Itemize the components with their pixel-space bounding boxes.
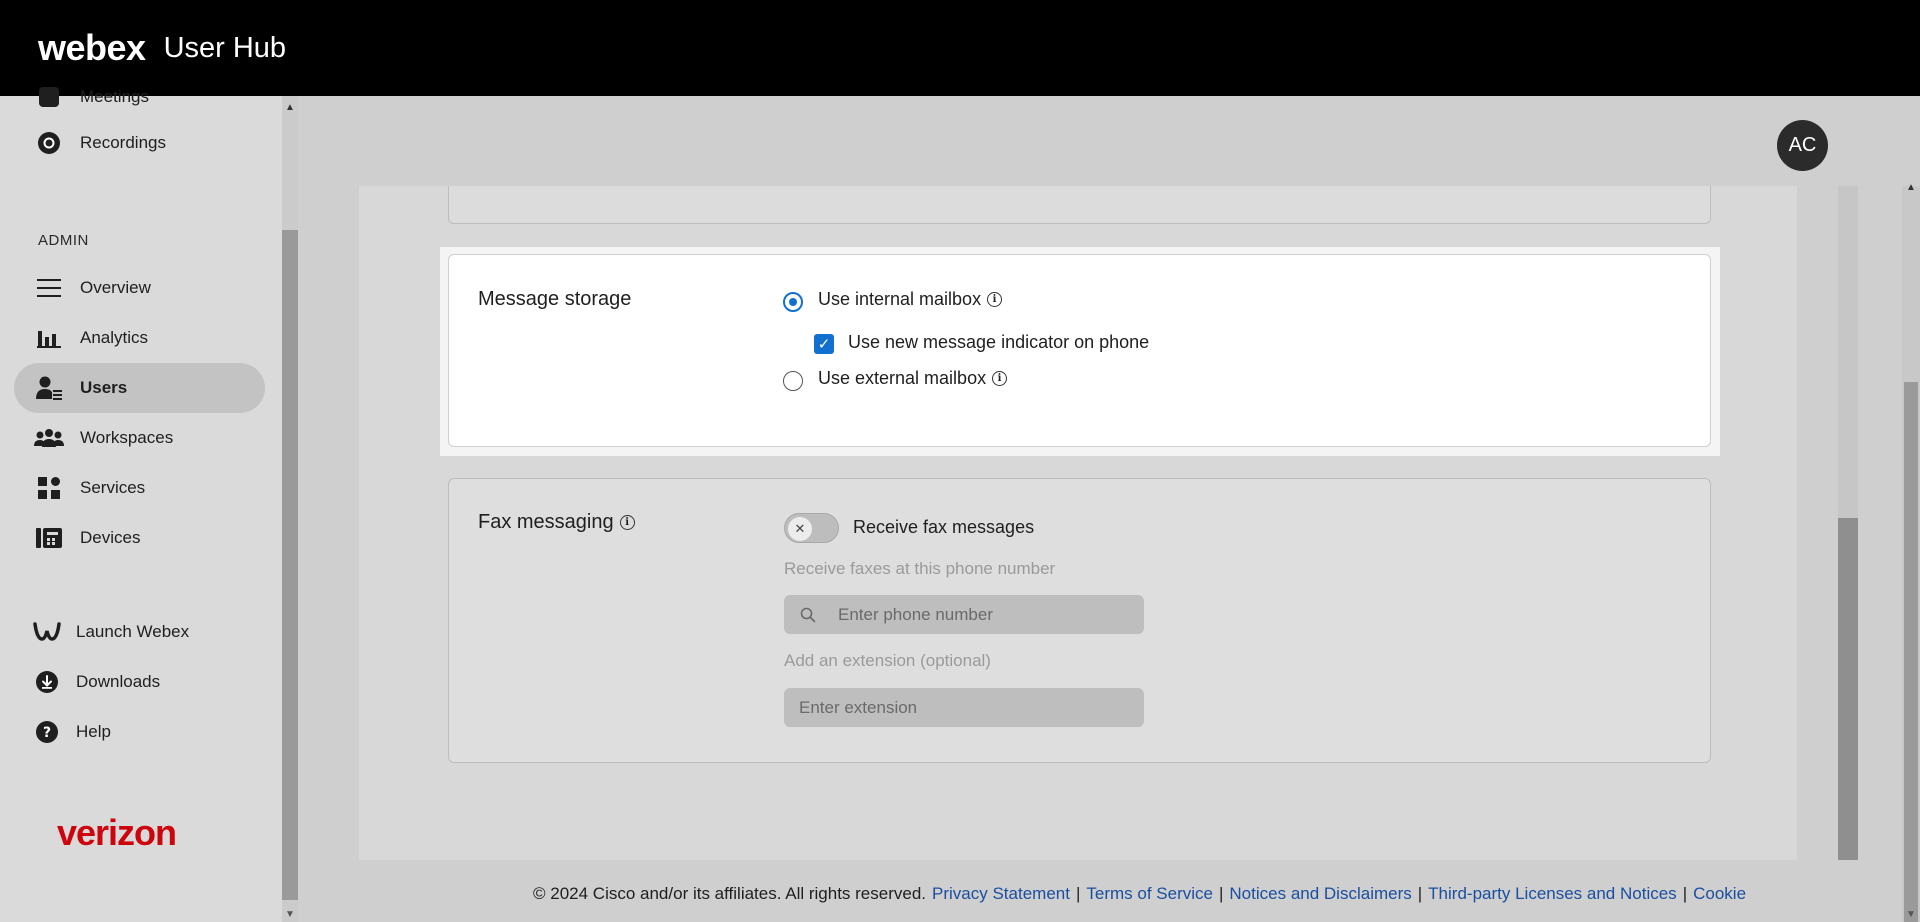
footer-link-third-party[interactable]: Third-party Licenses and Notices [1428, 884, 1677, 904]
footer-link-cookie[interactable]: Cookie [1693, 884, 1746, 904]
services-icon [34, 473, 64, 503]
sidebar-item-label: Services [80, 478, 146, 497]
new-message-indicator-checkbox[interactable]: ✓ [814, 334, 834, 354]
external-mailbox-label: Use external mailbox i [818, 368, 1008, 389]
search-icon [800, 607, 816, 623]
info-icon[interactable]: i [987, 292, 1003, 307]
devices-icon [34, 523, 64, 553]
footer-separator: | [1682, 884, 1688, 903]
receive-fax-text: Receive fax messages [853, 517, 1035, 537]
message-storage-title: Message storage [478, 288, 631, 311]
download-icon [32, 667, 62, 697]
sidebar-item-label: Help [76, 722, 111, 741]
new-message-indicator-text: Use new message indicator on phone [848, 332, 1150, 352]
scroll-up-arrow-icon[interactable]: ▲ [285, 102, 295, 113]
overview-icon [34, 273, 64, 303]
fax-phone-input[interactable]: Enter phone number [784, 595, 1144, 634]
sidebar-scroll-thumb[interactable] [282, 230, 298, 900]
fax-extension-input[interactable]: Enter extension [784, 688, 1144, 727]
avatar[interactable]: AC [1777, 120, 1828, 171]
footer-separator: | [1218, 884, 1224, 903]
footer-separator: | [1417, 884, 1423, 903]
fax-phone-placeholder: Enter phone number [838, 604, 993, 624]
sidebar-item-recordings[interactable]: Recordings [14, 118, 265, 168]
internal-mailbox-text: Use internal mailbox [818, 289, 982, 309]
sidebar-item-overview[interactable]: Overview [14, 263, 265, 313]
scroll-down-arrow-icon[interactable]: ▼ [285, 909, 295, 920]
message-storage-title-text: Message storage [478, 288, 632, 310]
fax-phone-label: Receive faxes at this phone number [784, 559, 1056, 578]
sidebar-item-label: Downloads [76, 672, 161, 691]
page-scrollbar[interactable]: ▲ ▼ [1902, 182, 1920, 922]
fax-messaging-title: Fax messaging i [478, 511, 635, 534]
sidebar-item-analytics[interactable]: Analytics [14, 313, 265, 363]
sidebar-scrollbar[interactable]: ▲ ▼ [282, 96, 298, 922]
product-title: User Hub [163, 31, 287, 64]
admin-section-label: ADMIN [38, 232, 89, 249]
sidebar-item-label: Workspaces [80, 428, 174, 447]
panel-scroll-thumb[interactable] [1838, 518, 1858, 860]
footer-link-privacy[interactable]: Privacy Statement [932, 884, 1070, 904]
scroll-down-arrow-icon[interactable]: ▼ [1906, 909, 1916, 920]
info-icon[interactable]: i [619, 515, 635, 530]
analytics-icon [34, 323, 64, 353]
sidebar-item-label: Analytics [80, 328, 149, 347]
sidebar-item-downloads[interactable]: Downloads [14, 657, 265, 707]
meetings-icon [34, 82, 64, 112]
sidebar-item-workspaces[interactable]: Workspaces [14, 413, 265, 463]
sidebar-item-services[interactable]: Services [14, 463, 265, 513]
sidebar-item-label: Devices [80, 528, 141, 547]
sidebar-item-label: Recordings [80, 133, 166, 152]
previous-section-card [448, 186, 1711, 224]
sidebar-item-meetings[interactable]: Meetings [14, 72, 265, 122]
footer-link-terms[interactable]: Terms of Service [1086, 884, 1213, 904]
new-message-indicator-label: Use new message indicator on phone [848, 332, 1149, 353]
internal-mailbox-label: Use internal mailbox i [818, 289, 1003, 310]
internal-mailbox-radio[interactable] [783, 292, 803, 312]
scroll-up-arrow-icon[interactable]: ▲ [1906, 182, 1916, 193]
external-mailbox-text: Use external mailbox [818, 368, 987, 388]
top-header: webex User Hub [0, 0, 1920, 96]
webex-logo-icon [32, 617, 62, 647]
webex-logo[interactable]: webex [38, 27, 146, 69]
fax-extension-placeholder: Enter extension [799, 697, 918, 717]
sidebar-item-label: Launch Webex [76, 622, 190, 641]
users-icon [34, 373, 64, 403]
sidebar-item-label: Meetings [80, 87, 149, 106]
info-icon[interactable]: i [992, 371, 1008, 386]
sidebar-item-devices[interactable]: Devices [14, 513, 265, 563]
sidebar-item-label: Overview [80, 278, 151, 297]
sidebar-item-users[interactable]: Users [14, 363, 265, 413]
workspaces-icon [34, 423, 64, 453]
fax-extension-label: Add an extension (optional) [784, 651, 991, 670]
panel-scrollbar[interactable] [1838, 186, 1858, 860]
sidebar-item-help[interactable]: ? Help [14, 707, 265, 757]
verizon-logo: verizon [57, 812, 177, 853]
sidebar-item-label: Users [80, 378, 128, 397]
footer-link-notices[interactable]: Notices and Disclaimers [1229, 884, 1411, 904]
external-mailbox-radio[interactable] [783, 371, 803, 391]
page-scroll-thumb[interactable] [1904, 382, 1918, 922]
receive-fax-toggle[interactable]: ✕ [784, 513, 839, 543]
sidebar: Meetings Recordings ADMIN Overview Analy… [0, 87, 282, 922]
svg-text:?: ? [43, 725, 51, 741]
sidebar-item-launch-webex[interactable]: Launch Webex [14, 607, 265, 657]
toggle-off-x-icon: ✕ [788, 517, 812, 541]
footer: © 2024 Cisco and/or its affiliates. All … [533, 884, 1746, 904]
footer-separator: | [1075, 884, 1081, 903]
fax-messaging-title-text: Fax messaging [478, 511, 614, 533]
receive-fax-label: Receive fax messages [853, 517, 1034, 538]
recordings-icon [34, 128, 64, 158]
help-icon: ? [32, 717, 62, 747]
footer-copyright: © 2024 Cisco and/or its affiliates. All … [533, 884, 927, 903]
